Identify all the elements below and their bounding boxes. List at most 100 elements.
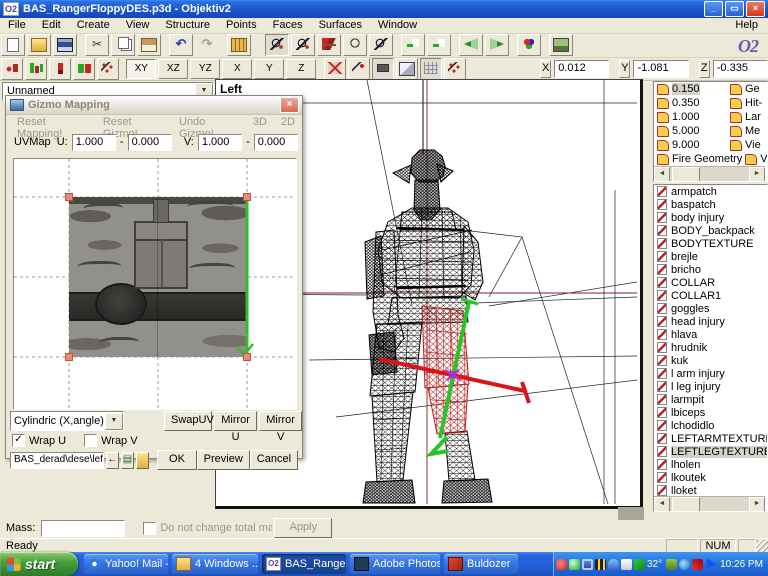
pointer-icon[interactable] [621, 559, 632, 570]
texture-item[interactable]: lchodidlo [654, 419, 767, 432]
mode-3d-item[interactable]: 3D [246, 115, 274, 131]
scroll-right-icon[interactable]: ► [749, 497, 765, 512]
texture-label[interactable]: l leg injury [671, 381, 721, 393]
uv-preview-area[interactable] [13, 158, 297, 410]
resize-grip[interactable] [756, 540, 768, 552]
menu-view[interactable]: View [118, 18, 158, 33]
menu-surfaces[interactable]: Surfaces [311, 18, 370, 33]
mass-checkbox[interactable] [143, 522, 156, 535]
texture-label[interactable]: COLLAR1 [671, 290, 721, 302]
mirror-v-button[interactable]: Mirror V [259, 411, 302, 431]
axis-z-button[interactable]: Z [286, 59, 316, 79]
preview-button[interactable]: Preview [197, 450, 250, 470]
shield-icon[interactable] [634, 559, 645, 570]
axis-y-button[interactable]: Y [254, 59, 284, 79]
lod-label[interactable]: 5.000 [672, 125, 700, 137]
face-back-button[interactable] [485, 34, 509, 56]
media-codec-icon[interactable] [595, 559, 606, 570]
texture-item[interactable]: hlava [654, 328, 767, 341]
u-offset-input[interactable]: 0.000 [128, 134, 172, 151]
texture-label[interactable]: head injury [671, 316, 725, 328]
paste-button[interactable] [137, 34, 161, 56]
projection-select[interactable]: Cylindric (X,angle) ▼ [10, 411, 124, 431]
texture-label[interactable]: body injury [671, 212, 724, 224]
menu-edit[interactable]: Edit [34, 18, 69, 33]
texture-item[interactable]: l leg injury [654, 380, 767, 393]
v-scale-input[interactable]: 1.000 [198, 134, 242, 151]
menu-create[interactable]: Create [69, 18, 118, 33]
texture-item[interactable]: kuk [654, 354, 767, 367]
energy-icon[interactable] [666, 559, 677, 570]
uv-gizmo-overlay[interactable] [14, 159, 296, 409]
uv-corner-handles[interactable] [66, 194, 251, 361]
lod-label[interactable]: 0.150 [672, 83, 700, 95]
gizmo-mapping-dialog[interactable]: Gizmo Mapping × Reset Mapping! Reset Giz… [5, 95, 303, 459]
scroll-right-icon[interactable]: ► [749, 167, 765, 182]
flag-select-button[interactable] [317, 34, 341, 56]
texture-label[interactable]: lholen [671, 459, 700, 471]
u-scale-input[interactable]: 1.000 [72, 134, 116, 151]
minimize-button[interactable]: _ [704, 1, 723, 17]
quicktime-icon[interactable] [679, 559, 690, 570]
texture-label[interactable]: bricho [671, 264, 701, 276]
texture-label[interactable]: LEFTARMTEXTURE [671, 433, 768, 445]
axis-xz-button[interactable]: XZ [158, 59, 188, 79]
texture-item[interactable]: goggles [654, 302, 767, 315]
texture-item[interactable]: LEFTARMTEXTURE [654, 432, 767, 445]
zoom-button[interactable] [369, 34, 393, 56]
axis-yz-button[interactable]: YZ [190, 59, 220, 79]
viewer-button[interactable] [549, 34, 573, 56]
texture-item[interactable]: armpatch [654, 185, 767, 198]
lod-list[interactable]: 0.150 Ge 0.350 Hit- 1.000 Lar 5.000 Me 9… [653, 81, 768, 182]
rgb-color-button[interactable] [517, 34, 541, 56]
texture-label[interactable]: kuk [671, 355, 688, 367]
menu-structure[interactable]: Structure [157, 18, 218, 33]
background-toggle-button[interactable] [372, 58, 394, 80]
task-photoshop[interactable]: Adobe Photos... [350, 554, 440, 574]
lod-label[interactable]: Vie [745, 139, 761, 151]
texture-item[interactable]: COLLAR1 [654, 289, 767, 302]
texture-item[interactable]: head injury [654, 315, 767, 328]
texture-item[interactable]: l arm injury [654, 367, 767, 380]
lod-label[interactable]: Lar [745, 111, 761, 123]
lod-item[interactable]: 5.000 Me [654, 124, 767, 138]
texture-label[interactable]: lbiceps [671, 407, 705, 419]
drag-points-mode-button[interactable] [97, 58, 119, 80]
lod-label[interactable]: 9.000 [672, 139, 700, 151]
texture-label[interactable]: armpatch [671, 186, 717, 198]
texture-label[interactable]: hrudnik [671, 342, 707, 354]
texture-path-input[interactable]: BAS_derad\dese\leftleg.paa [10, 452, 104, 469]
undo-button[interactable]: ↶ [169, 34, 193, 56]
display-icon[interactable] [582, 559, 593, 570]
lasso-select-button[interactable] [343, 34, 367, 56]
texture-label[interactable]: lloket [671, 485, 697, 497]
menu-points[interactable]: Points [218, 18, 265, 33]
texture-library-button[interactable] [227, 34, 251, 56]
v-offset-input[interactable]: 0.000 [254, 134, 298, 151]
import-points-button[interactable] [401, 34, 425, 56]
apply-button[interactable]: Apply [274, 518, 332, 538]
menu-faces[interactable]: Faces [265, 18, 311, 33]
select-objects-mode-button[interactable] [49, 58, 71, 80]
undo-gizmo-item[interactable]: Undo Gizmo! [172, 115, 246, 131]
coord-y-input[interactable]: -1.081 [633, 60, 688, 78]
grid-toggle-button[interactable] [420, 58, 442, 80]
close-button[interactable]: × [746, 1, 765, 17]
maximize-button[interactable]: ▭ [725, 1, 744, 17]
lod-label[interactable]: Fire Geometry [672, 153, 742, 165]
new-file-button[interactable] [1, 34, 25, 56]
select-segments-mode-button[interactable] [73, 58, 95, 80]
texture-label[interactable]: larmpit [671, 394, 704, 406]
wrap-v-checkbox[interactable] [84, 434, 97, 447]
chevron-down-icon[interactable]: ▼ [105, 413, 123, 430]
lod-item[interactable]: 0.350 Hit- [654, 96, 767, 110]
scatter-points-button[interactable] [444, 58, 466, 80]
menu-file[interactable]: File [0, 18, 34, 33]
lod-label[interactable]: 1.000 [672, 111, 700, 123]
texture-list[interactable]: armpatch baspatch body injury BODY_backp… [653, 184, 768, 512]
task-windows-group[interactable]: 4 Windows ... ▼ [172, 554, 258, 574]
texture-label[interactable]: baspatch [671, 199, 716, 211]
swapuv-button[interactable]: SwapUV [164, 411, 212, 431]
texture-label[interactable]: LEFTLEGTEXTURE [671, 446, 768, 458]
axis-x-button[interactable]: X [222, 59, 252, 79]
